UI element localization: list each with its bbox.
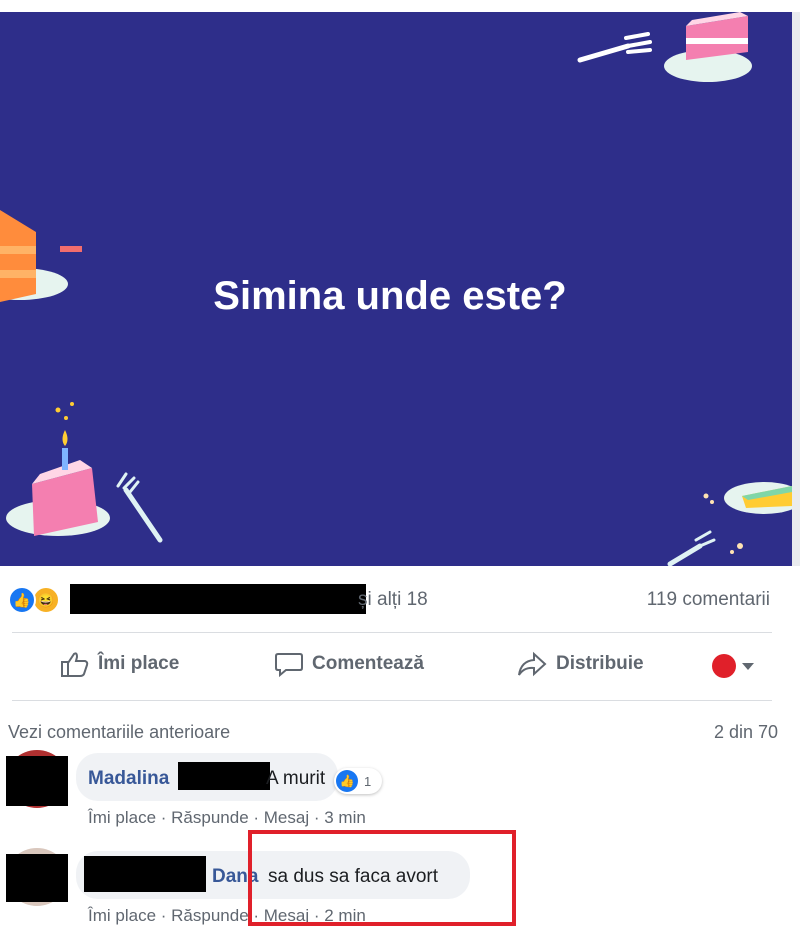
like-icon: 👍 [336,770,358,792]
redacted-first-name [84,856,206,892]
post-actions-bar: Îmi place Comentează Distribuie [0,636,800,694]
comment-message-link[interactable]: Mesaj [264,808,309,827]
comment-icon [275,653,303,678]
redacted-names [70,584,366,614]
comment-reply-link[interactable]: Răspunde [171,906,249,925]
thumbs-up-icon [61,652,89,677]
divider [12,632,772,633]
comment-reply-link[interactable]: Răspunde [171,808,249,827]
comment-text: A murit [266,768,326,789]
like-button[interactable]: Îmi place [60,650,179,678]
share-button-label: Distribuie [556,653,644,674]
scroll-edge [792,12,800,566]
audience-selector[interactable] [712,654,754,678]
comment-like-link[interactable]: Îmi place [88,808,156,827]
chevron-down-icon [742,662,754,670]
page-avatar-icon [712,654,736,678]
comment-count[interactable]: 119 comentarii [647,589,770,611]
divider [12,700,772,701]
share-button[interactable]: Distribuie [516,650,644,678]
comment-meta: Îmi place · Răspunde · Mesaj · 3 min [88,808,366,827]
view-previous-comments-link[interactable]: Vezi comentariile anterioare [8,722,230,743]
comment-like-count: 1 [364,773,372,789]
comment-author[interactable]: Madalina [88,768,169,790]
share-icon [518,651,547,677]
comment-time[interactable]: 3 min [324,808,366,827]
reactors-others-text[interactable]: și alți 18 [358,589,428,611]
haha-icon: 😆 [32,586,60,614]
comment-like-badge[interactable]: 👍 1 [334,768,382,794]
comments-page-count: 2 din 70 [713,722,778,742]
comment-like-link[interactable]: Îmi place [88,906,156,925]
post-text: Simina unde este? [213,274,567,318]
post-background-image: Simina unde este? [0,12,792,566]
redacted-surname [178,762,270,790]
like-icon: 👍 [8,586,36,614]
comment-button-label: Comentează [312,653,424,674]
highlight-annotation-box [248,830,516,926]
comment-button[interactable]: Comentează [274,650,424,678]
reactions-summary[interactable]: 👍 😆 și alți 18 119 comentarii [0,578,800,622]
redacted-avatar [6,854,68,902]
redacted-avatar [6,756,68,806]
like-button-label: Îmi place [98,653,180,674]
